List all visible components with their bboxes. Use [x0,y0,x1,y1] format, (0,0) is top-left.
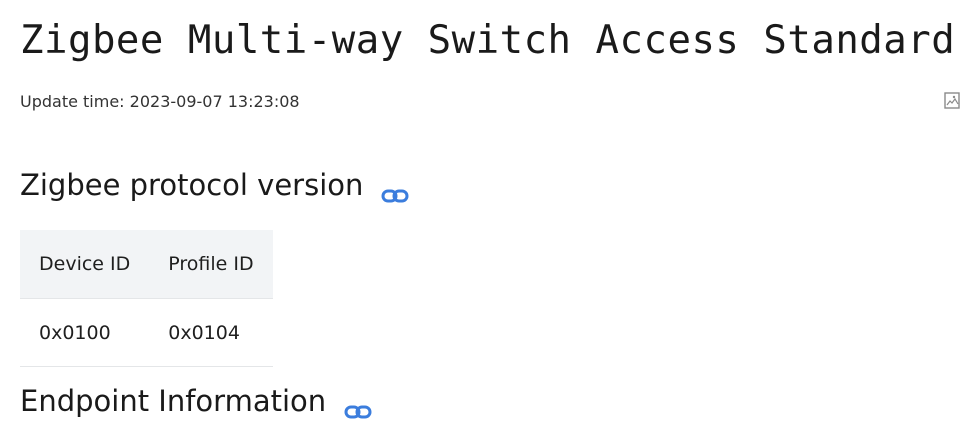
link-icon[interactable] [381,177,409,203]
column-header-profile-id: Profile ID [149,230,273,299]
section-heading-endpoint: Endpoint Information [20,384,372,419]
pdf-download-icon[interactable] [944,92,960,110]
document-page: Zigbee Multi-way Switch Access Standard … [0,0,960,422]
section-heading-protocol-label: Zigbee protocol version [20,168,364,202]
protocol-version-table: Device ID Profile ID 0x0100 0x0104 [20,230,273,367]
section-heading-protocol: Zigbee protocol version [20,168,409,203]
column-header-device-id: Device ID [20,230,150,299]
table-row: 0x0100 0x0104 [20,298,273,367]
table-header-row: Device ID Profile ID [20,230,273,299]
cell-device-id: 0x0100 [20,298,150,367]
update-time: Update time: 2023-09-07 13:23:08 [20,92,300,111]
page-title: Zigbee Multi-way Switch Access Standard [20,18,956,63]
link-icon[interactable] [344,393,372,419]
section-heading-endpoint-label: Endpoint Information [20,384,327,418]
cell-profile-id: 0x0104 [149,298,273,367]
